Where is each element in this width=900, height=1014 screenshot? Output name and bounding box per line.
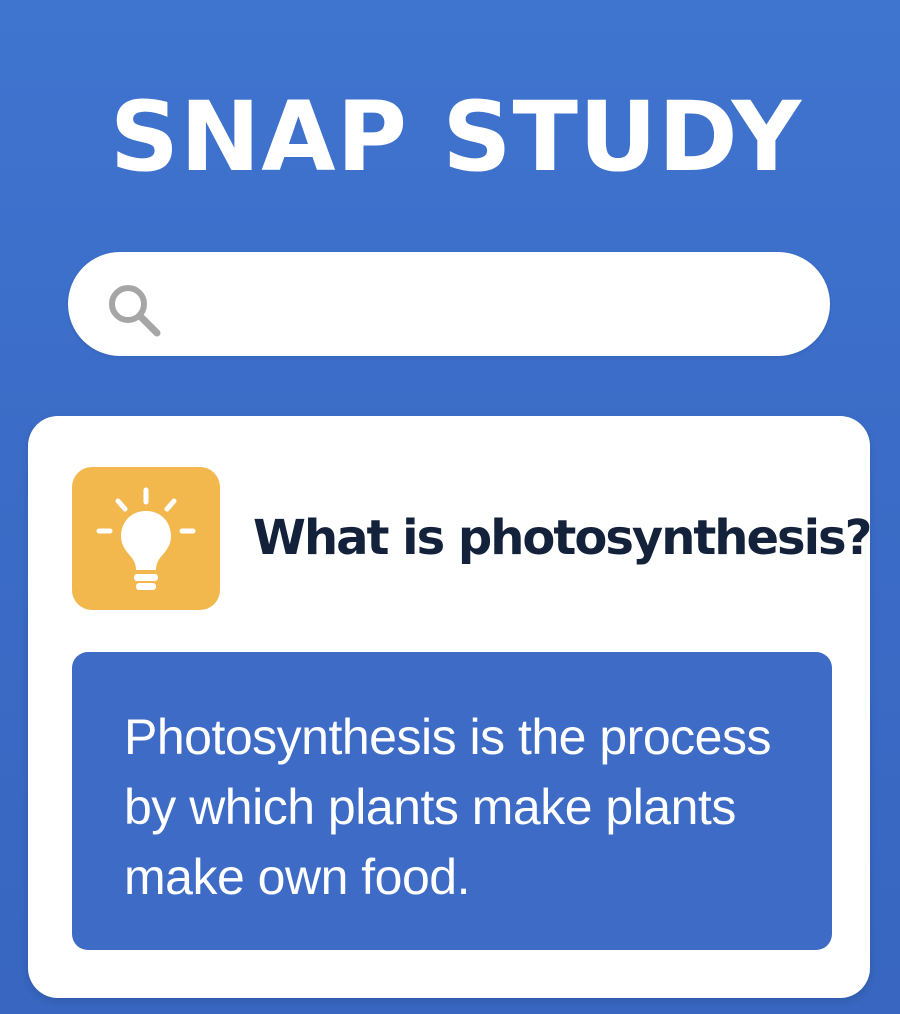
search-icon[interactable]	[104, 280, 164, 340]
idea-icon-tile	[72, 467, 220, 610]
question-title: What is photosynthesis?	[253, 510, 872, 566]
answer-text: Photosynthesis is the process by which p…	[124, 709, 771, 905]
search-input[interactable]	[180, 270, 804, 340]
app-title: SNAP STUDY	[109, 81, 803, 193]
